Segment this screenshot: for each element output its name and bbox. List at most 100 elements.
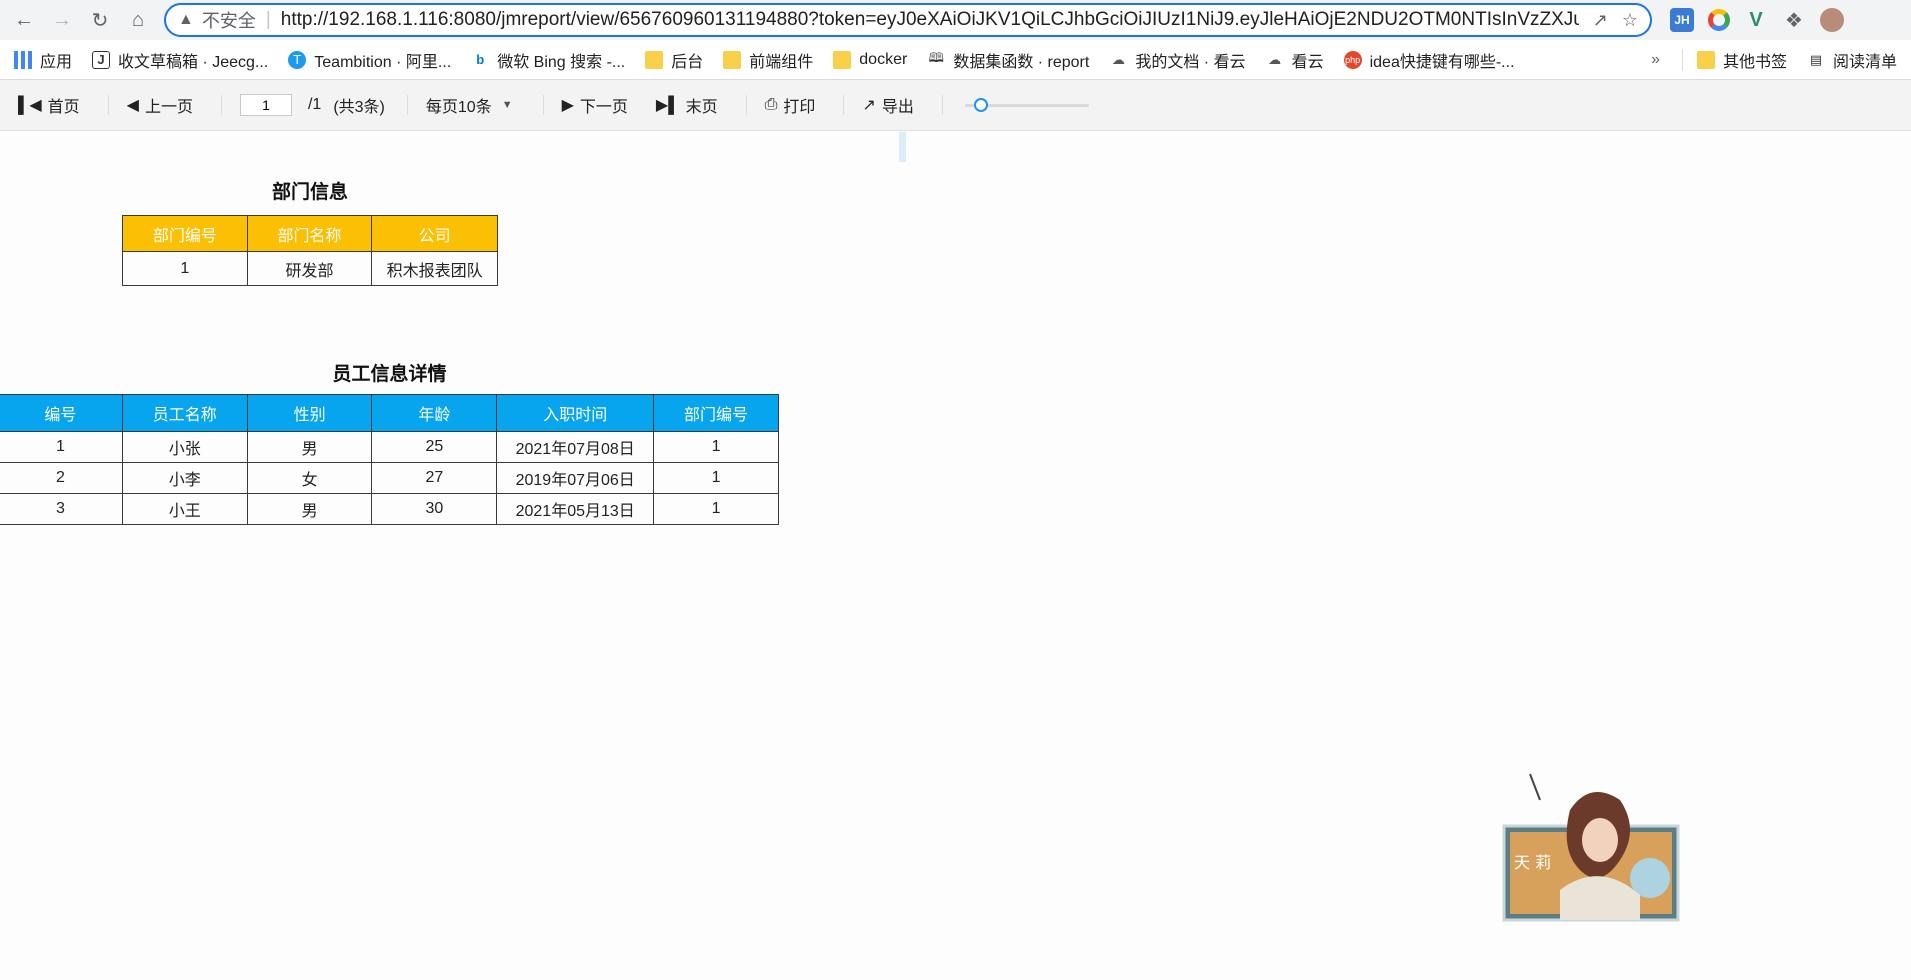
dept-col-header: 部门编号 (122, 215, 248, 252)
forward-arrow-icon[interactable]: → (46, 4, 78, 36)
table-cell: 25 (371, 431, 498, 463)
address-bar[interactable]: ▲ 不安全 | http://192.168.1.116:8080/jmrepo… (164, 3, 1652, 37)
prev-page-button[interactable]: ◀ 上一页 (127, 93, 193, 117)
toolbar-divider (745, 95, 747, 115)
next-page-label: 下一页 (579, 99, 628, 116)
home-icon[interactable]: ⌂ (122, 4, 154, 36)
table-cell: 1 (0, 431, 123, 463)
bookmark-folder-docker[interactable]: docker (833, 50, 908, 69)
zoom-slider[interactable] (964, 98, 1089, 112)
apps-icon (14, 50, 32, 69)
zoom-slider-thumb[interactable] (973, 98, 988, 112)
teambition-icon: T (288, 50, 307, 69)
mascot-caption: 天 莉 (1514, 853, 1551, 872)
next-page-icon: ▶ (561, 97, 574, 114)
bookmark-apps[interactable]: 应用 (14, 48, 72, 72)
table-row: 1 研发部 积木报表团队 (122, 251, 498, 286)
print-button[interactable]: ⎙ 打印 (765, 93, 816, 117)
table-cell: 积木报表团队 (371, 251, 498, 286)
page-total: /1 (307, 96, 322, 113)
table-cell: 1 (653, 462, 779, 494)
dept-section-title: 部门信息 (271, 182, 348, 203)
table-cell: 30 (371, 493, 498, 525)
bookmark-label: 数据集函数 · report (953, 53, 1090, 71)
chrome-ring-extension-icon[interactable] (1708, 9, 1730, 31)
more-bookmarks-button[interactable]: » (1651, 51, 1660, 69)
php-icon: php (1343, 50, 1362, 69)
bookmarks-right: » 其他书签 ▤ 阅读清单 (1651, 48, 1897, 72)
table-cell: 2019年07月06日 (496, 462, 655, 494)
puzzle-icon[interactable]: ❖ (1782, 8, 1806, 32)
first-page-button[interactable]: ▌◀ 首页 (18, 93, 80, 117)
bookmark-mydocs[interactable]: ☁ 我的文档 · 看云 (1109, 48, 1246, 72)
star-icon[interactable]: ☆ (1622, 10, 1638, 31)
bookmark-teambition[interactable]: T Teambition · 阿里... (288, 48, 451, 72)
bookmark-report[interactable]: 🕮 数据集函数 · report (927, 48, 1090, 72)
page-size-select[interactable]: 每页10条 ▼ (426, 93, 513, 117)
toolbar-divider (542, 95, 544, 115)
folder-icon (723, 50, 742, 69)
bookmark-label: docker (859, 50, 908, 68)
last-page-icon: ▶▌ (655, 97, 680, 114)
table-cell: 1 (122, 251, 248, 286)
last-page-label: 末页 (685, 99, 718, 116)
bookmark-label: Teambition · 阿里... (314, 53, 452, 71)
insecure-label: 不安全 (201, 11, 256, 31)
url-text[interactable]: http://192.168.1.116:8080/jmreport/view/… (281, 9, 1579, 31)
vue-devtools-icon[interactable]: V (1744, 8, 1768, 32)
prev-page-icon: ◀ (126, 97, 139, 114)
dept-table-header: 部门编号 部门名称 公司 (122, 215, 498, 252)
bookmark-kancloud[interactable]: ☁ 看云 (1266, 48, 1324, 72)
table-cell: 27 (371, 462, 498, 494)
extensions-area: JH V ❖ (1670, 8, 1844, 32)
table-cell: 2021年07月08日 (496, 431, 655, 463)
dept-col-header: 部门名称 (246, 215, 373, 252)
table-cell: 小张 (121, 431, 248, 463)
share-icon[interactable]: ↗ (1593, 10, 1608, 31)
first-page-icon: ▌◀ (18, 97, 42, 114)
profile-avatar[interactable] (1820, 8, 1844, 32)
table-cell: 1 (653, 431, 779, 463)
emp-col-header: 员工名称 (121, 394, 248, 432)
bookmark-label: 我的文档 · 看云 (1135, 53, 1246, 71)
first-page-label: 首页 (47, 99, 80, 116)
bookmark-jeecg[interactable]: J 收文草稿箱 · Jeecg... (92, 48, 268, 72)
emp-col-header: 入职时间 (496, 394, 655, 432)
emp-table-header: 编号 员工名称 性别 年龄 入职时间 部门编号 (0, 394, 779, 432)
table-cell: 男 (246, 493, 373, 525)
bookmark-other[interactable]: 其他书签 (1696, 48, 1787, 72)
table-cell: 女 (246, 462, 373, 494)
mascot-image: 天 莉 (1502, 773, 1680, 922)
reload-icon[interactable]: ↻ (84, 4, 116, 36)
bookmark-idea[interactable]: php idea快捷键有哪些-... (1343, 48, 1515, 72)
prev-page-label: 上一页 (144, 99, 193, 116)
jeecg-icon: J (92, 50, 111, 69)
folder-icon (833, 50, 852, 69)
table-cell: 2021年05月13日 (496, 493, 655, 525)
toolbar-divider (107, 95, 109, 115)
reading-list[interactable]: ▤ 阅读清单 (1807, 48, 1897, 72)
back-arrow-icon[interactable]: ← (8, 4, 40, 36)
book-icon: 🕮 (928, 49, 944, 65)
bookmark-folder-backend[interactable]: 后台 (645, 48, 703, 72)
bookmark-label: 阅读清单 (1832, 53, 1897, 71)
emp-col-header: 年龄 (371, 394, 498, 432)
bookmark-label: 看云 (1291, 53, 1324, 71)
table-cell: 男 (246, 431, 373, 463)
report-toolbar: ▌◀首页 ◀上一页 /1 (共3条) 每页10条▼ ▶下一页 ▶▌末页 ⎙打印 … (0, 80, 1911, 131)
bookmark-bing[interactable]: b 微软 Bing 搜索 -... (471, 48, 625, 72)
emp-section-title: 员工信息详情 (332, 364, 447, 385)
table-cell: 1 (653, 493, 779, 525)
table-cell: 研发部 (246, 251, 373, 286)
next-page-button[interactable]: ▶ 下一页 (562, 93, 628, 117)
bookmark-folder-frontend[interactable]: 前端组件 (723, 48, 813, 72)
export-button[interactable]: ↗ 导出 (862, 93, 913, 117)
cloud-icon: ☁ (1268, 51, 1282, 67)
caret-down-icon: ▼ (501, 99, 513, 111)
toolbar-divider (220, 95, 222, 115)
table-row: 2 小李 女 27 2019年07月06日 1 (0, 462, 779, 494)
bookmark-label: 应用 (40, 53, 73, 71)
jh-extension-icon[interactable]: JH (1670, 8, 1694, 32)
last-page-button[interactable]: ▶▌ 末页 (656, 93, 718, 117)
page-number-input[interactable] (239, 94, 292, 116)
